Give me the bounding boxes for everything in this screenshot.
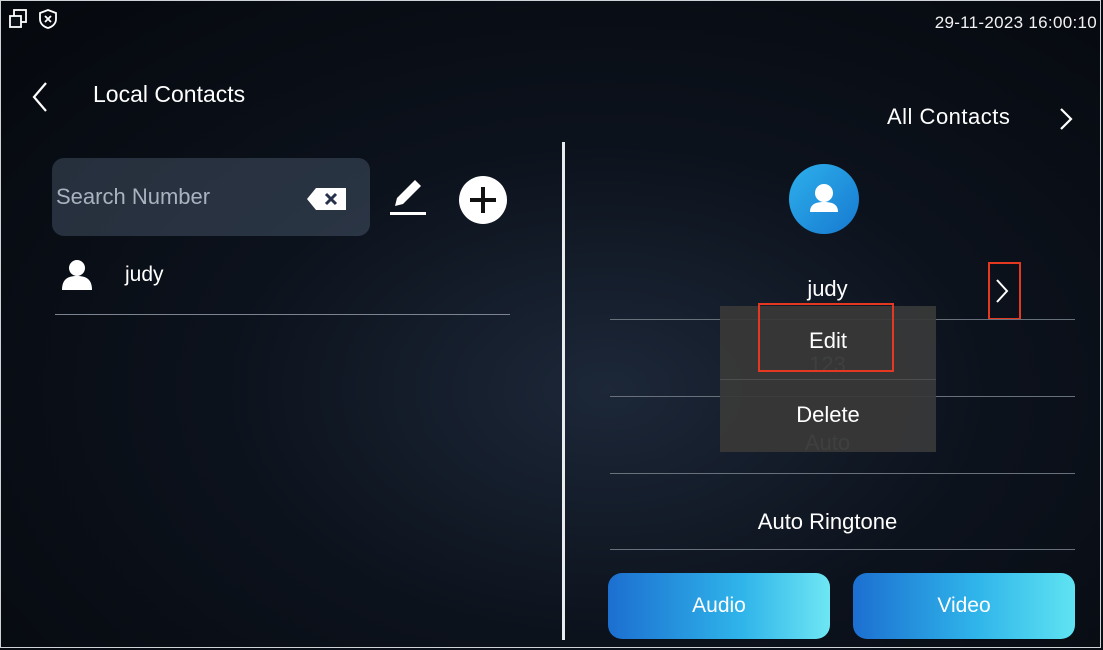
plus-circle-icon bbox=[459, 176, 507, 224]
detail-separator bbox=[610, 549, 1075, 550]
avatar-person-icon bbox=[810, 184, 838, 212]
clear-search-button[interactable] bbox=[306, 187, 348, 211]
menu-divider bbox=[720, 379, 936, 380]
highlight-box-edit bbox=[758, 303, 894, 372]
security-shield-icon bbox=[38, 8, 58, 30]
menu-item-delete[interactable]: Delete bbox=[720, 402, 936, 428]
status-datetime: 29-11-2023 16:00:10 bbox=[934, 13, 1097, 32]
search-placeholder: Search Number bbox=[56, 184, 211, 209]
back-button[interactable] bbox=[28, 80, 54, 114]
detail-ringtone[interactable]: Auto Ringtone bbox=[700, 509, 955, 535]
backspace-clear-icon bbox=[307, 188, 346, 210]
all-contacts-link[interactable]: All Contacts bbox=[887, 104, 1010, 130]
audio-call-button[interactable]: Audio bbox=[608, 573, 830, 639]
detail-separator bbox=[610, 473, 1075, 474]
contact-avatar bbox=[789, 164, 859, 234]
detail-contact-name: judy bbox=[807, 276, 848, 301]
pencil-icon bbox=[390, 180, 426, 215]
list-divider bbox=[55, 314, 510, 315]
add-contact-button[interactable] bbox=[458, 175, 508, 225]
panel-divider bbox=[562, 142, 565, 640]
page-title: Local Contacts bbox=[93, 81, 246, 107]
edit-pencil-button[interactable] bbox=[387, 176, 427, 218]
window-restore-icon bbox=[8, 8, 28, 30]
status-icons bbox=[8, 8, 58, 30]
chevron-right-icon[interactable] bbox=[1058, 106, 1074, 132]
contact-list-item[interactable]: judy bbox=[125, 263, 164, 287]
chevron-left-icon bbox=[32, 82, 47, 112]
contact-person-icon bbox=[60, 259, 94, 291]
highlight-box-chevron bbox=[988, 262, 1021, 320]
video-call-button[interactable]: Video bbox=[853, 573, 1075, 639]
